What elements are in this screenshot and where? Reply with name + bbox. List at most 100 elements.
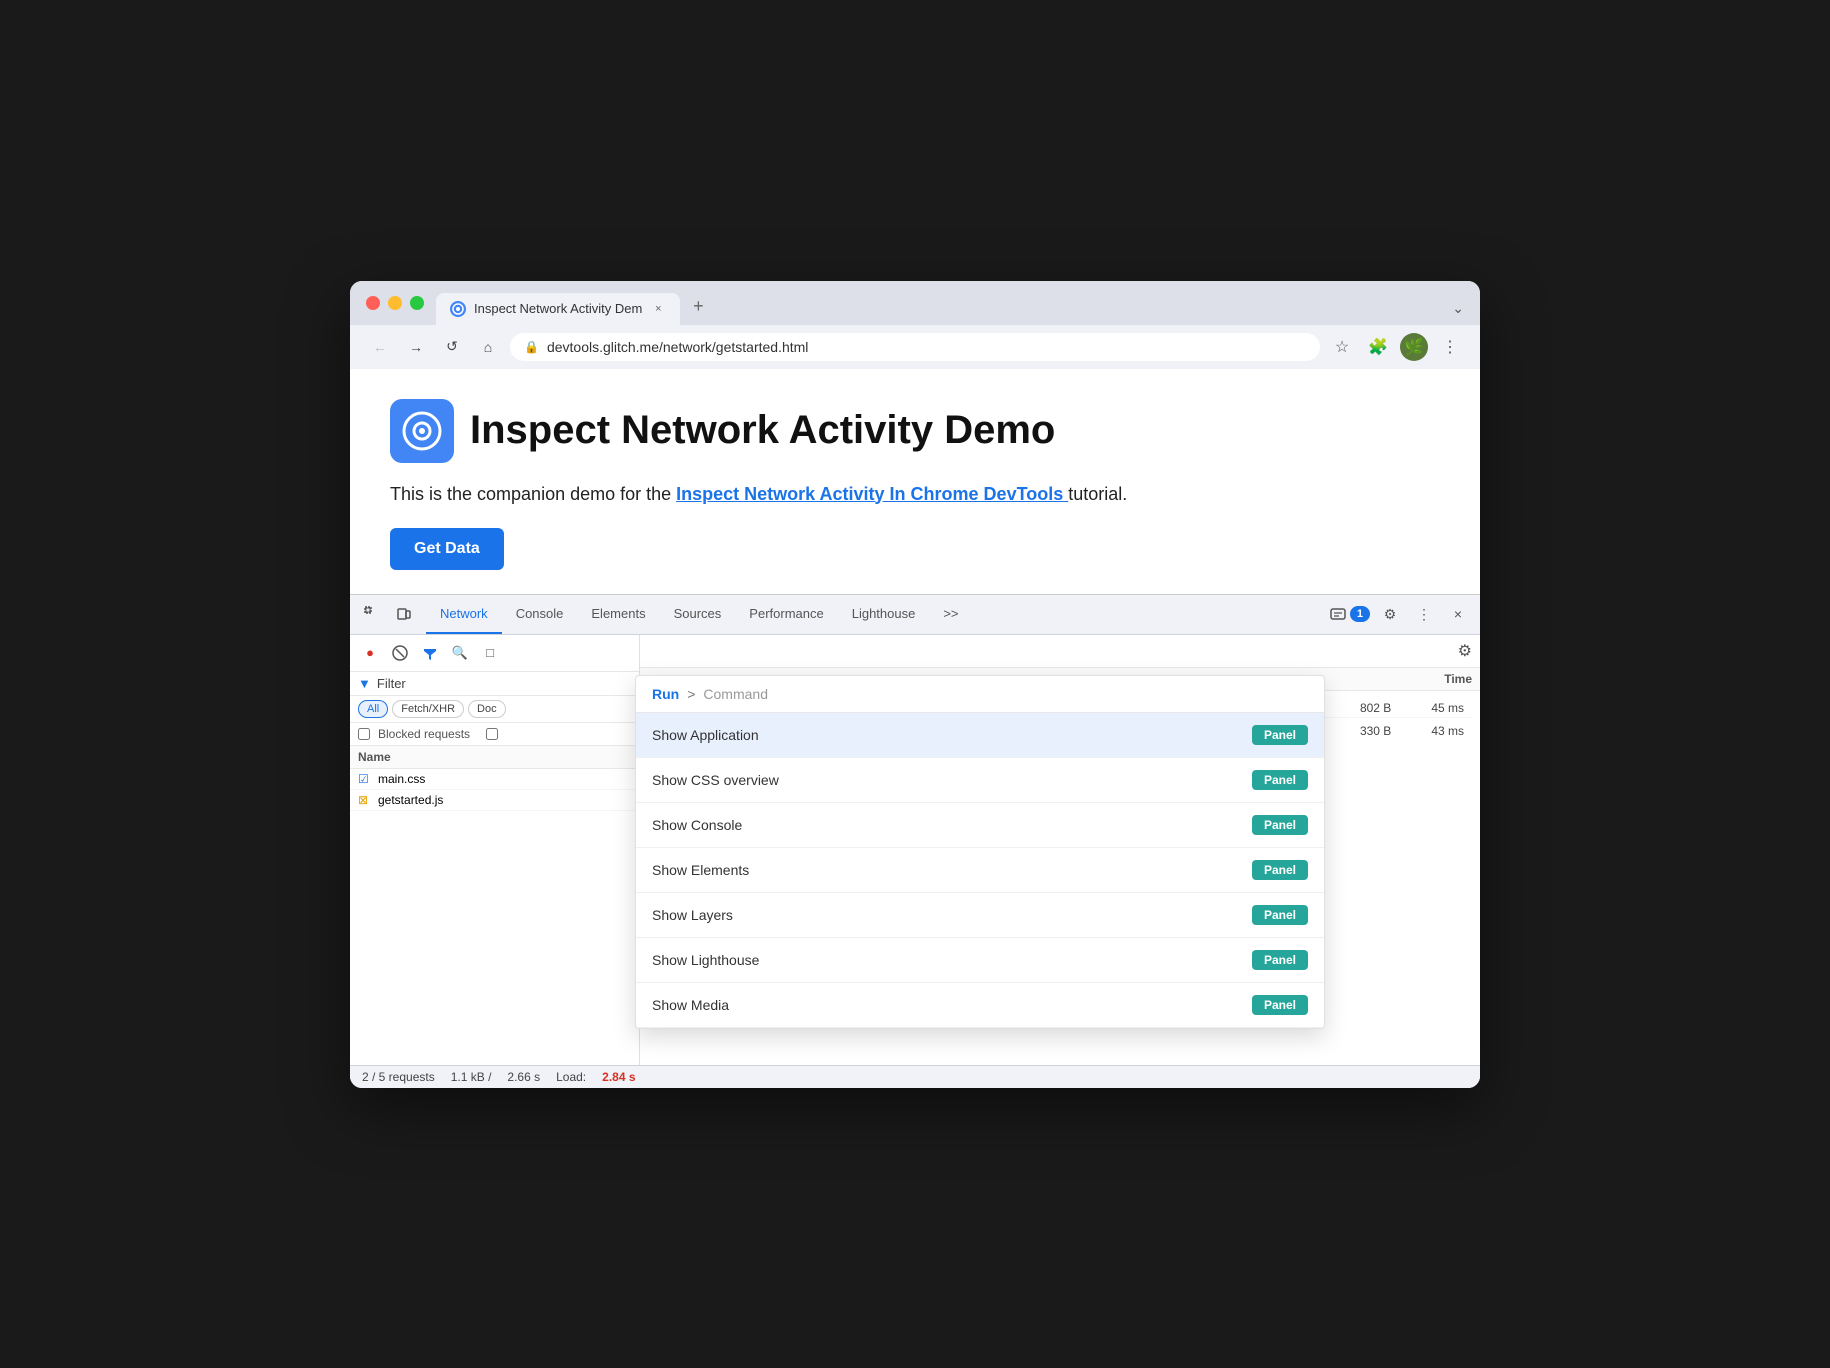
settings-icon[interactable]: ⚙ [1458,641,1472,661]
devtools-body: ● 🔍 □ [350,635,1480,1065]
time-col-header: Time [1444,672,1472,686]
list-item[interactable]: Show Console Panel [636,803,1324,848]
command-label: Show Lighthouse [652,952,759,968]
address-bar: ← → ↺ ⌂ 🔒 devtools.glitch.me/network/get… [350,325,1480,369]
minimize-button[interactable] [388,296,402,310]
devtools-close-button[interactable]: × [1444,600,1472,628]
tab-elements[interactable]: Elements [577,594,659,634]
back-button[interactable]: ← [366,333,394,361]
file-size-2: 330 B [1360,724,1391,738]
devtools-toolbar: Network Console Elements Sources Perform… [350,595,1480,635]
name-col-header: Name [358,750,391,764]
file-size: 802 B [1360,701,1391,715]
list-item[interactable]: Show Application Panel [636,713,1324,758]
clear-button[interactable] [388,641,412,665]
extensions-button[interactable]: 🧩 [1364,333,1392,361]
filter-row: ▼ Filter [350,672,639,696]
active-tab[interactable]: Inspect Network Activity Dem × [436,293,680,325]
reload-button[interactable]: ↺ [438,333,466,361]
table-row[interactable]: ☑ main.css [350,769,639,790]
list-item[interactable]: Show Lighthouse Panel [636,938,1324,983]
more-button[interactable]: ⋮ [1436,333,1464,361]
preserve-log-checkbox[interactable]: □ [478,641,502,665]
list-item[interactable]: Show Elements Panel [636,848,1324,893]
traffic-lights [366,296,424,322]
tab-console[interactable]: Console [502,594,578,634]
security-icon: 🔒 [524,340,539,354]
page-title: Inspect Network Activity Demo [470,408,1055,453]
css-file-icon: ☑ [358,772,372,786]
url-text[interactable]: devtools.glitch.me/network/getstarted.ht… [547,339,1306,355]
devtools-more-button[interactable]: ⋮ [1410,600,1438,628]
table-row[interactable]: ⊠ getstarted.js [350,790,639,811]
tab-expand-button[interactable]: ⌄ [1452,300,1464,317]
chevron-icon: > [687,686,695,702]
command-menu: Run > Command Show Application Panel Sho… [635,675,1325,1029]
get-data-button[interactable]: Get Data [390,528,504,570]
profile-avatar[interactable]: 🌿 [1400,333,1428,361]
search-button[interactable]: 🔍 [448,641,472,665]
title-bar: Inspect Network Activity Dem × + ⌄ [350,281,1480,325]
messages-button[interactable]: 1 [1330,606,1370,622]
panel-badge: Panel [1252,815,1308,835]
tab-title: Inspect Network Activity Dem [474,301,642,316]
load-label: Load: [556,1070,586,1084]
record-button[interactable]: ● [358,641,382,665]
page-content: Inspect Network Activity Demo This is th… [350,369,1480,594]
forward-button[interactable]: → [402,333,430,361]
inspect-element-button[interactable] [358,600,386,628]
tab-close-button[interactable]: × [650,301,666,317]
devtools-right-actions: 1 ⚙ ⋮ × [1330,600,1472,628]
tab-sources[interactable]: Sources [660,594,736,634]
messages-badge: 1 [1350,606,1370,622]
list-item[interactable]: Show Media Panel [636,983,1324,1028]
maximize-button[interactable] [410,296,424,310]
tab-favicon [450,301,466,317]
chip-all[interactable]: All [358,700,388,718]
tabs-bar: Inspect Network Activity Dem × + ⌄ [436,293,1464,325]
command-label: Show Media [652,997,729,1013]
address-input-container[interactable]: 🔒 devtools.glitch.me/network/getstarted.… [510,333,1320,361]
third-party-checkbox[interactable] [486,728,498,740]
network-toolbar: ● 🔍 □ [350,635,639,672]
command-input-row: Run > Command [636,676,1324,713]
devtools-tabs: Network Console Elements Sources Perform… [426,594,1326,634]
finish-time: 2.66 s [507,1070,540,1084]
tab-network[interactable]: Network [426,594,502,634]
browser-window: Inspect Network Activity Dem × + ⌄ ← → ↺… [350,281,1480,1088]
bookmark-button[interactable]: ☆ [1328,333,1356,361]
page-header: Inspect Network Activity Demo [390,399,1440,463]
panel-badge: Panel [1252,950,1308,970]
transfer-size: 1.1 kB / [451,1070,492,1084]
chip-fetch-xhr[interactable]: Fetch/XHR [392,700,464,718]
tab-lighthouse[interactable]: Lighthouse [838,594,930,634]
run-label: Run [652,686,679,702]
new-tab-button[interactable]: + [684,293,712,321]
device-toolbar-button[interactable] [390,600,418,628]
tutorial-link[interactable]: Inspect Network Activity In Chrome DevTo… [676,484,1068,504]
blocked-row: Blocked requests [350,723,639,746]
panel-badge: Panel [1252,725,1308,745]
list-item[interactable]: Show CSS overview Panel [636,758,1324,803]
filter-button[interactable] [418,641,442,665]
tab-more[interactable]: >> [929,594,972,634]
chip-doc[interactable]: Doc [468,700,506,718]
tab-performance[interactable]: Performance [735,594,837,634]
close-button[interactable] [366,296,380,310]
devtools-settings-button[interactable]: ⚙ [1376,600,1404,628]
filter-label: Filter [377,676,406,691]
home-button[interactable]: ⌂ [474,333,502,361]
list-item[interactable]: Show Layers Panel [636,893,1324,938]
command-label: Show Application [652,727,759,743]
file-name: getstarted.js [378,793,443,807]
desc-suffix: tutorial. [1068,484,1127,504]
command-label: Show Console [652,817,742,833]
command-label: Show Layers [652,907,733,923]
command-list: Show Application Panel Show CSS overview… [636,713,1324,1028]
blocked-requests-checkbox[interactable] [358,728,370,740]
panel-badge: Panel [1252,860,1308,880]
command-placeholder[interactable]: Command [703,686,768,702]
network-rows: ☑ main.css ⊠ getstarted.js [350,769,639,1065]
command-label: Show Elements [652,862,749,878]
network-right-toolbar: ⚙ [640,635,1480,668]
